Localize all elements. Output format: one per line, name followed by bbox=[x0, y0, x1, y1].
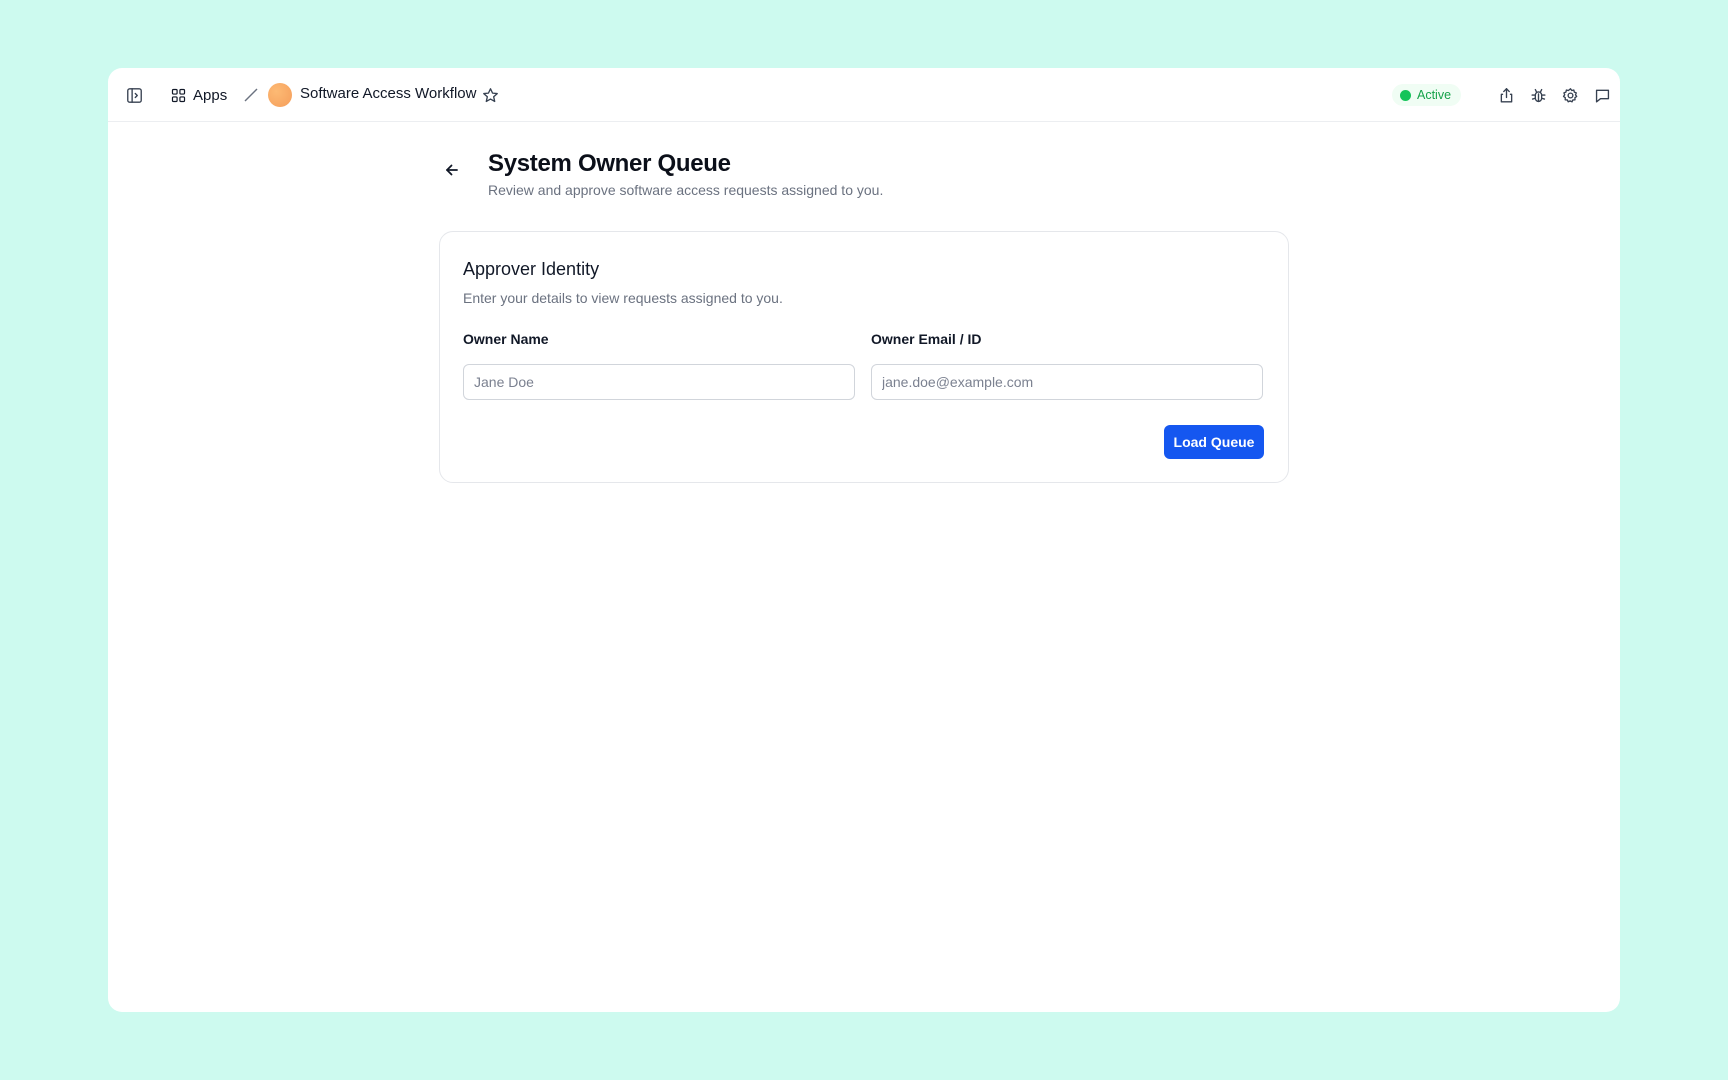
gear-icon bbox=[1562, 87, 1577, 103]
arrow-left-icon bbox=[446, 164, 458, 176]
sidebar-toggle-button[interactable] bbox=[120, 81, 148, 109]
app-avatar bbox=[268, 83, 292, 107]
card-title: Approver Identity bbox=[463, 259, 600, 279]
owner-name-label: Owner Name bbox=[463, 331, 549, 347]
card-description: Enter your details to view requests assi… bbox=[463, 290, 783, 306]
status-label: Active bbox=[1417, 88, 1452, 102]
star-icon bbox=[482, 87, 498, 102]
bug-icon bbox=[1530, 88, 1546, 102]
owner-email-input[interactable] bbox=[871, 364, 1263, 400]
sidebar-panel-icon bbox=[126, 87, 142, 103]
share-button[interactable] bbox=[1492, 81, 1520, 109]
slash-icon bbox=[244, 88, 258, 102]
apps-link-label: Apps bbox=[193, 86, 228, 104]
page-subtitle: Review and approve software access reque… bbox=[488, 182, 884, 198]
load-queue-button[interactable]: Load Queue bbox=[1164, 425, 1264, 459]
app-title[interactable]: Software Access Workflow bbox=[300, 85, 476, 102]
top-bar: Apps Software Access Workflow Active bbox=[108, 68, 1620, 122]
app-window: Apps Software Access Workflow Active Sys… bbox=[108, 68, 1620, 1012]
chat-bubble-icon bbox=[1595, 89, 1609, 103]
share-icon bbox=[1500, 87, 1512, 103]
breadcrumb-separator bbox=[242, 86, 260, 104]
approver-identity-card: Approver Identity Enter your details to … bbox=[439, 231, 1289, 483]
owner-email-label: Owner Email / ID bbox=[871, 331, 982, 347]
status-badge: Active bbox=[1392, 84, 1462, 106]
back-button[interactable] bbox=[444, 162, 460, 178]
favorite-button[interactable] bbox=[476, 81, 504, 109]
grid-icon bbox=[171, 88, 186, 102]
settings-button[interactable] bbox=[1556, 81, 1584, 109]
status-dot bbox=[1400, 89, 1411, 101]
chat-button[interactable] bbox=[1588, 81, 1616, 109]
owner-name-input[interactable] bbox=[463, 364, 855, 400]
page-title: System Owner Queue bbox=[488, 150, 731, 177]
apps-link[interactable]: Apps bbox=[170, 80, 227, 110]
debug-button[interactable] bbox=[1524, 81, 1552, 109]
